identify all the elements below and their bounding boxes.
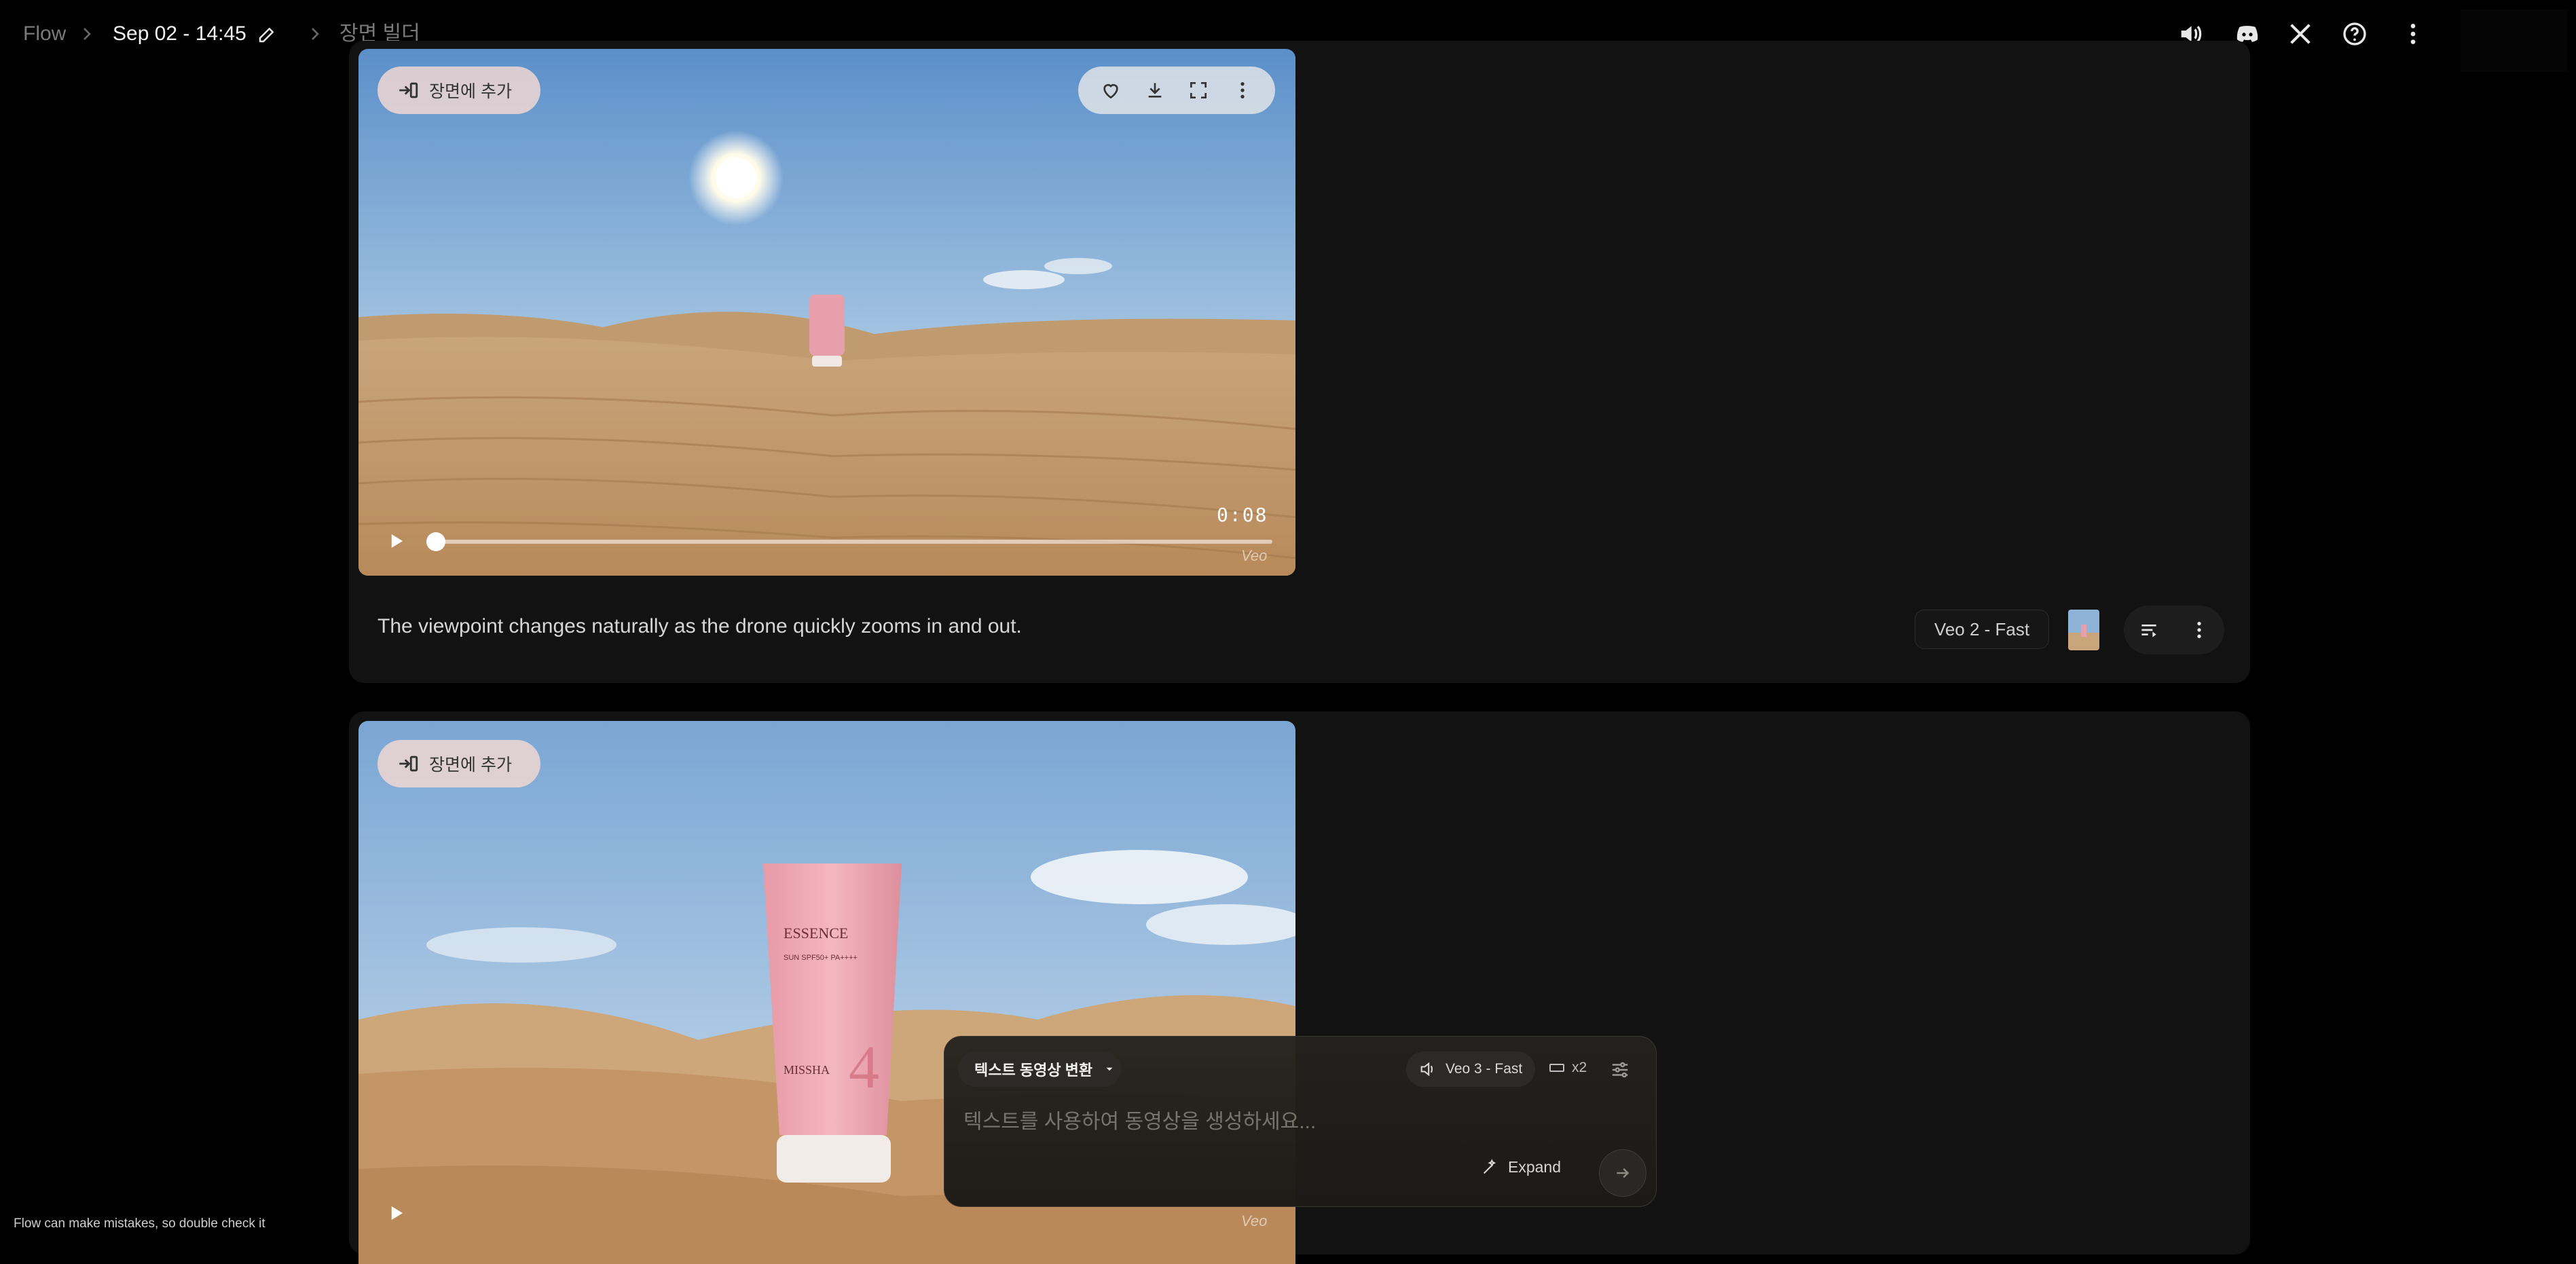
- arrow-right-icon: [1617, 1168, 1630, 1178]
- video-card: 장면에 추가 0:08 Veo The viewpoint changes na…: [349, 41, 2250, 683]
- add-to-scene-button[interactable]: 장면에 추가: [378, 740, 540, 787]
- magic-wand-icon: [1483, 1159, 1496, 1174]
- add-to-scene-icon: [399, 82, 418, 98]
- prompt-composer: 텍스트 동영상 변환 Veo 3 - Fast x2 텍스트를 사용하여 동영상…: [944, 1036, 1657, 1207]
- download-icon[interactable]: [1141, 77, 1169, 104]
- play-icon[interactable]: [386, 1203, 406, 1223]
- play-icon[interactable]: [386, 531, 406, 551]
- reuse-prompt-icon[interactable]: [2135, 616, 2163, 644]
- more-vert-icon[interactable]: [2398, 19, 2428, 49]
- edit-icon[interactable]: [257, 24, 277, 45]
- disclaimer-text: Flow can make mistakes, so double check …: [14, 1216, 265, 1231]
- video-player[interactable]: 장면에 추가 0:08 Veo: [358, 49, 1295, 576]
- add-to-scene-label: 장면에 추가: [429, 82, 512, 101]
- output-count-option[interactable]: x2: [1549, 1060, 1587, 1076]
- more-vert-icon[interactable]: [1229, 77, 1256, 104]
- x-icon[interactable]: [2285, 19, 2315, 49]
- veo-watermark: Veo: [1241, 547, 1268, 564]
- reference-thumbnail[interactable]: [2068, 610, 2099, 650]
- model-chip: Veo 2 - Fast: [1915, 610, 2049, 649]
- progress-knob[interactable]: [426, 532, 445, 551]
- mode-label: 텍스트 동영상 변환: [974, 1062, 1093, 1079]
- add-to-scene-icon: [399, 756, 418, 772]
- veo-watermark: Veo: [1241, 1212, 1268, 1229]
- product-brand: ESSENCE: [784, 925, 848, 942]
- product-line: SUN SPF50+ PA++++: [784, 954, 858, 962]
- volume-icon: [1420, 1062, 1433, 1077]
- breadcrumb-flow[interactable]: Flow: [23, 20, 66, 48]
- model-selector[interactable]: Veo 3 - Fast: [1406, 1052, 1535, 1087]
- breadcrumb-project[interactable]: Sep 02 - 14:45: [113, 20, 246, 48]
- model-label: Veo 3 - Fast: [1446, 1061, 1523, 1077]
- prompt-caption: The viewpoint changes naturally as the d…: [378, 615, 1022, 637]
- clip-actions: [2124, 606, 2224, 654]
- aspect-ratio-icon: [1549, 1064, 1564, 1072]
- product-maker: MISSHA: [784, 1063, 830, 1077]
- overlay-box: [2461, 10, 2568, 72]
- more-vert-icon[interactable]: [2186, 616, 2213, 644]
- favorite-icon[interactable]: [1097, 77, 1124, 104]
- add-to-scene-label: 장면에 추가: [429, 756, 512, 775]
- expand-button[interactable]: Expand: [1481, 1157, 1561, 1176]
- mode-dropdown[interactable]: 텍스트 동영상 변환: [958, 1052, 1121, 1087]
- output-count: x2: [1572, 1060, 1587, 1075]
- chevron-right-icon: [84, 28, 91, 40]
- video-timecode: 0:08: [1217, 504, 1268, 526]
- add-to-scene-button[interactable]: 장면에 추가: [378, 67, 540, 114]
- fullscreen-icon[interactable]: [1185, 77, 1212, 104]
- prompt-input[interactable]: 텍스트를 사용하여 동영상을 생성하세요...: [963, 1104, 1316, 1134]
- send-button[interactable]: [1599, 1149, 1646, 1197]
- video-toolbar: [1078, 67, 1275, 114]
- desert-video-frame: [358, 49, 1295, 576]
- expand-label: Expand: [1508, 1157, 1562, 1176]
- product-number: 4: [849, 1034, 879, 1101]
- chevron-right-icon: [312, 28, 319, 40]
- caret-down-icon: [1106, 1067, 1113, 1071]
- help-icon[interactable]: [2340, 19, 2370, 49]
- settings-sliders-icon[interactable]: [1610, 1060, 1630, 1080]
- video-progress-bar[interactable]: [433, 540, 1272, 544]
